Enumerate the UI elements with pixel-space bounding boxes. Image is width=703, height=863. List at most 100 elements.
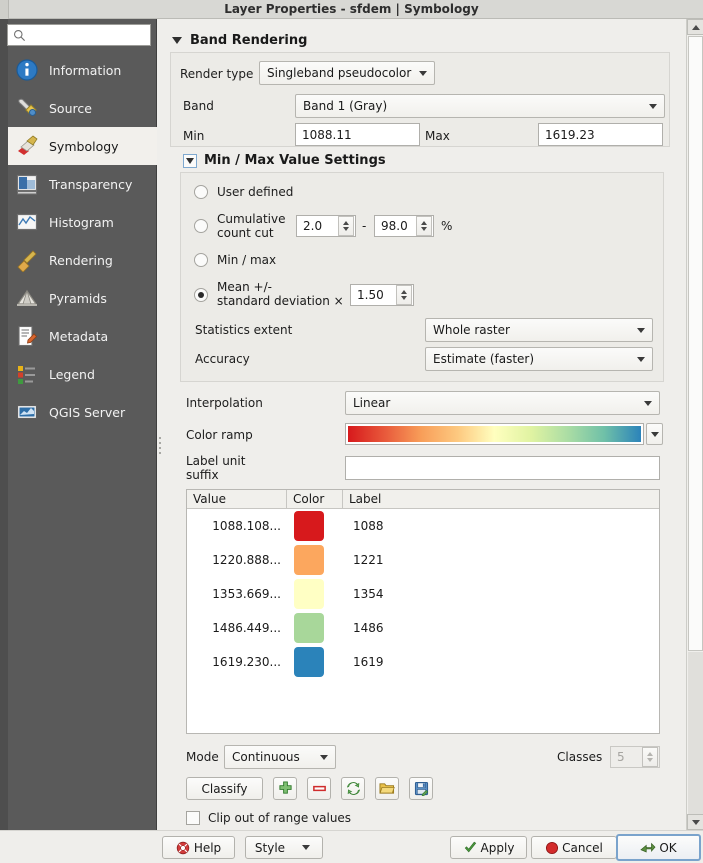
- color-class-table[interactable]: Value Color Label 1088.108... 1088 1220.88…: [186, 489, 660, 734]
- radio-mean-stddev[interactable]: [194, 288, 208, 302]
- table-row[interactable]: 1619.230... 1619: [187, 645, 659, 679]
- cell-color[interactable]: [287, 545, 343, 575]
- sidebar-item-source[interactable]: Source: [8, 89, 157, 127]
- cell-color[interactable]: [287, 613, 343, 643]
- accuracy-combo[interactable]: Estimate (faster): [425, 347, 653, 371]
- label-unit-suffix-input[interactable]: [345, 456, 660, 480]
- collapse-triangle-icon[interactable]: [172, 37, 182, 44]
- cell-color[interactable]: [287, 579, 343, 609]
- scrollbar-track[interactable]: [688, 652, 703, 814]
- color-swatch[interactable]: [294, 579, 324, 609]
- style-button[interactable]: Style: [245, 836, 323, 859]
- sidebar-item-transparency[interactable]: Transparency: [8, 165, 157, 203]
- clip-out-of-range-checkbox[interactable]: Clip out of range values: [186, 811, 351, 825]
- cell-value[interactable]: 1353.669...: [187, 587, 287, 601]
- column-header-label[interactable]: Label: [343, 490, 659, 508]
- sidebar-item-legend[interactable]: Legend: [8, 355, 157, 393]
- cancel-button[interactable]: Cancel: [531, 836, 617, 859]
- color-swatch[interactable]: [294, 511, 324, 541]
- color-ramp-preview[interactable]: [345, 423, 644, 445]
- band-rendering-header[interactable]: Band Rendering: [172, 33, 307, 48]
- scroll-down-arrow-icon[interactable]: [687, 814, 703, 830]
- color-swatch[interactable]: [294, 613, 324, 643]
- sidebar-item-metadata[interactable]: Metadata: [8, 317, 157, 355]
- cell-value[interactable]: 1486.449...: [187, 621, 287, 635]
- statistics-extent-combo[interactable]: Whole raster: [425, 318, 653, 342]
- add-class-button[interactable]: [273, 777, 297, 800]
- ok-button[interactable]: OK: [616, 834, 701, 861]
- save-color-map-button[interactable]: [409, 777, 433, 800]
- sidebar-item-qgis-server[interactable]: QGIS Server: [8, 393, 157, 431]
- column-header-value[interactable]: Value: [187, 490, 287, 508]
- cell-label[interactable]: 1486: [343, 621, 659, 635]
- classes-spinbox[interactable]: 5: [610, 746, 660, 768]
- max-input[interactable]: 1619.23: [538, 123, 663, 146]
- render-type-combo[interactable]: Singleband pseudocolor: [259, 61, 435, 85]
- sort-classes-button[interactable]: [341, 777, 365, 800]
- remove-class-button[interactable]: [307, 777, 331, 800]
- cell-value[interactable]: 1619.230...: [187, 655, 287, 669]
- cumulative-low-spinbox[interactable]: 2.0: [296, 215, 356, 237]
- cell-color[interactable]: [287, 511, 343, 541]
- apply-button[interactable]: Apply: [450, 836, 527, 859]
- cell-value[interactable]: 1088.108...: [187, 519, 287, 533]
- spin-up-icon[interactable]: [343, 221, 349, 225]
- radio-min-max[interactable]: Min / max: [194, 253, 276, 267]
- color-ramp-dropdown-button[interactable]: [646, 423, 663, 445]
- load-color-map-button[interactable]: [375, 777, 399, 800]
- min-input[interactable]: 1088.11: [295, 123, 420, 146]
- sidebar-scroll-stub[interactable]: [0, 19, 8, 830]
- scroll-up-arrow-icon[interactable]: [687, 19, 703, 35]
- spin-down-icon[interactable]: [421, 227, 427, 231]
- color-swatch[interactable]: [294, 545, 324, 575]
- color-swatch[interactable]: [294, 647, 324, 677]
- spin-up-icon[interactable]: [421, 221, 427, 225]
- cell-label[interactable]: 1088: [343, 519, 659, 533]
- cell-label[interactable]: 1221: [343, 553, 659, 567]
- sidebar-item-histogram[interactable]: Histogram: [8, 203, 157, 241]
- sidebar-item-information[interactable]: Information: [8, 51, 157, 89]
- radio-cumulative-count-cut[interactable]: [194, 219, 208, 233]
- sidebar-item-rendering[interactable]: Rendering: [8, 241, 157, 279]
- checkbox-indicator[interactable]: [186, 811, 200, 825]
- cell-value[interactable]: 1220.888...: [187, 553, 287, 567]
- spinner-buttons[interactable]: [338, 216, 354, 236]
- spinner-buttons[interactable]: [642, 747, 658, 767]
- cell-color[interactable]: [287, 647, 343, 677]
- spin-up-icon[interactable]: [647, 752, 653, 756]
- search-input[interactable]: [31, 27, 147, 44]
- collapse-triangle-icon[interactable]: [183, 154, 197, 168]
- sidebar-item-pyramids[interactable]: Pyramids: [8, 279, 157, 317]
- panel-splitter-handle[interactable]: [159, 437, 163, 453]
- radio-indicator[interactable]: [194, 219, 208, 233]
- spin-down-icon[interactable]: [647, 758, 653, 762]
- stddev-spinbox[interactable]: 1.50: [350, 284, 414, 306]
- spin-up-icon[interactable]: [401, 290, 407, 294]
- classify-button[interactable]: Classify: [186, 777, 263, 800]
- table-row[interactable]: 1220.888... 1221: [187, 543, 659, 577]
- table-row[interactable]: 1486.449... 1486: [187, 611, 659, 645]
- spin-down-icon[interactable]: [401, 296, 407, 300]
- sidebar-search[interactable]: [7, 24, 151, 46]
- table-row[interactable]: 1353.669... 1354: [187, 577, 659, 611]
- radio-indicator[interactable]: [194, 185, 208, 199]
- radio-indicator[interactable]: [194, 253, 208, 267]
- minmax-settings-header[interactable]: Min / Max Value Settings: [183, 153, 386, 168]
- band-combo[interactable]: Band 1 (Gray): [295, 94, 665, 118]
- radio-indicator[interactable]: [194, 288, 208, 302]
- cell-label[interactable]: 1619: [343, 655, 659, 669]
- spin-down-icon[interactable]: [343, 227, 349, 231]
- spinner-buttons[interactable]: [416, 216, 432, 236]
- scrollbar-thumb[interactable]: [688, 36, 703, 651]
- cumulative-high-spinbox[interactable]: 98.0: [374, 215, 434, 237]
- column-header-color[interactable]: Color: [287, 490, 343, 508]
- interpolation-combo[interactable]: Linear: [345, 391, 660, 415]
- spinner-buttons[interactable]: [396, 285, 412, 305]
- radio-user-defined[interactable]: User defined: [194, 185, 293, 199]
- mode-combo[interactable]: Continuous: [224, 745, 336, 769]
- help-button[interactable]: Help: [162, 836, 235, 859]
- content-vertical-scrollbar[interactable]: [686, 19, 703, 830]
- sidebar-item-symbology[interactable]: Symbology: [8, 127, 157, 165]
- table-row[interactable]: 1088.108... 1088: [187, 509, 659, 543]
- cell-label[interactable]: 1354: [343, 587, 659, 601]
